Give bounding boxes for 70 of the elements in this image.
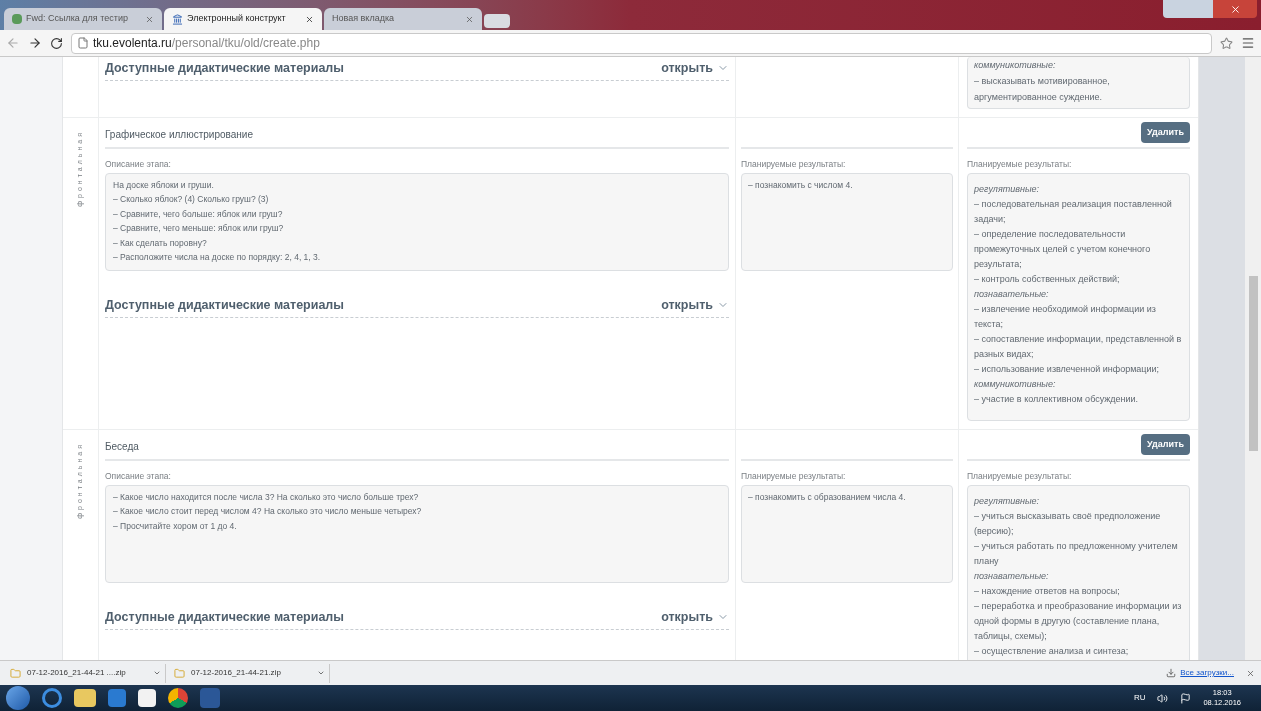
planned-box: – познакомить с образованием числа 4. [741, 484, 953, 583]
bookmark-star-icon[interactable] [1220, 36, 1233, 50]
result-item: – переработка и преобразование информации из одной формы в другую (составление плана, таблицы, схемы); [974, 599, 1183, 643]
close-icon[interactable] [1246, 668, 1255, 678]
category-label: познавательные: [974, 569, 1050, 583]
result-item: – участие в коллективном обсуждении. [974, 392, 1140, 406]
browser-tab[interactable]: Fwd: Ссылка для тестир [4, 8, 162, 30]
flag-icon[interactable] [1180, 692, 1192, 704]
address-bar[interactable]: tku.evolenta.ru/personal/tku/old/create.php [71, 32, 1212, 54]
planned-box: – познакомить с числом 4. [741, 172, 953, 271]
tab-favicon-icon [12, 14, 22, 24]
open-toggle[interactable]: открыть [661, 607, 729, 627]
scrollbar[interactable] [1245, 57, 1261, 660]
zip-file-icon [174, 667, 185, 679]
results-label: Планируемые результаты: [967, 158, 1073, 171]
result-item: – высказывать мотивированное, аргументированное суждение. [974, 75, 1111, 104]
result-item: – извлечение необходимой информации из текста; [974, 302, 1157, 331]
zip-file-icon [10, 667, 21, 679]
result-item: – последовательная реализация поставленной задачи; [974, 197, 1173, 226]
materials-title: Доступные дидактические материалы [105, 608, 344, 626]
description-box: На доске яблоки и груши. – Сколько яблок? (4) Сколько груш? (3) – Сравните, чего больше: яблок или груш? – Сравните, чего меньше: яблок или груш? – Как сделать поровну? – Расположите числа на доске по порядку: 2, 4, 1, 3. [105, 172, 729, 271]
forward-icon[interactable] [28, 36, 42, 50]
new-tab-button[interactable] [484, 14, 510, 28]
planned-label: Планируемые результаты: [741, 470, 847, 483]
result-item: – определение последовательности промежуточных целей с учетом конечного результата; [974, 227, 1152, 271]
open-toggle[interactable]: открыть [661, 59, 729, 78]
result-item: – контроль собственных действий; [974, 272, 1121, 286]
result-item: – нахождение ответов на вопросы; [974, 584, 1121, 598]
tab-close-icon[interactable] [305, 14, 314, 24]
scrollbar-thumb[interactable] [1248, 276, 1258, 451]
volume-icon[interactable] [1157, 692, 1169, 704]
stage-title: Беседа [105, 440, 139, 454]
result-item: – использование извлеченной информации; [974, 362, 1161, 376]
category-label: познавательные: [974, 287, 1050, 301]
stage-title: Графическое иллюстрирование [105, 128, 253, 142]
reload-icon[interactable] [50, 36, 63, 50]
page-icon [77, 37, 89, 49]
open-toggle[interactable]: открыть [661, 295, 729, 315]
start-button[interactable] [6, 686, 30, 710]
results-label: Планируемые результаты: [967, 470, 1073, 483]
category-label: коммуникотивные: [974, 377, 1057, 391]
tab-close-icon[interactable] [145, 14, 154, 24]
browser-tab[interactable]: Электронный конструкт [164, 8, 322, 30]
close-icon [1229, 3, 1241, 15]
materials-title: Доступные дидактические материалы [105, 296, 344, 314]
tab-favicon-icon [172, 13, 183, 25]
download-item[interactable]: 07-12-2016_21-44-21.zip [170, 663, 330, 683]
category-label: коммуникотивные: [974, 59, 1057, 72]
description-label: Описание этапа: [105, 158, 172, 171]
result-item: – учиться высказывать своё предположение (версию); [974, 509, 1162, 538]
result-item: – сопоставление информации, представленной в разных видах; [974, 332, 1183, 361]
back-icon[interactable] [6, 36, 20, 50]
tab-close-icon[interactable] [465, 14, 474, 24]
browser-tab[interactable]: Новая вкладка [324, 8, 482, 30]
download-icon [1166, 668, 1177, 678]
menu-icon[interactable] [1241, 36, 1255, 50]
all-downloads-link[interactable]: Все загрузки... [1180, 667, 1234, 679]
category-label: регулятивные: [974, 182, 1040, 196]
download-item[interactable]: 07-12-2016_21-44-21 ....zip [6, 663, 166, 683]
result-item: – осуществление анализа и синтеза; [974, 644, 1130, 658]
description-label: Описание этапа: [105, 470, 172, 483]
delete-button[interactable]: Удалить [1141, 434, 1190, 455]
materials-title: Доступные дидактические материалы [105, 60, 344, 77]
caret-icon [317, 669, 325, 677]
planned-label: Планируемые результаты: [741, 158, 847, 171]
language-indicator[interactable]: RU [1133, 692, 1146, 704]
caret-icon [153, 669, 161, 677]
description-box: – Какое число находится после числа 3? На сколько это число больше трех? – Какое число стоит перед числом 4? На сколько это число меньше четырех? – Просчитайте хором от 1 до 4. [105, 484, 729, 583]
category-label: регулятивные: [974, 494, 1040, 508]
delete-button[interactable]: Удалить [1141, 122, 1190, 143]
